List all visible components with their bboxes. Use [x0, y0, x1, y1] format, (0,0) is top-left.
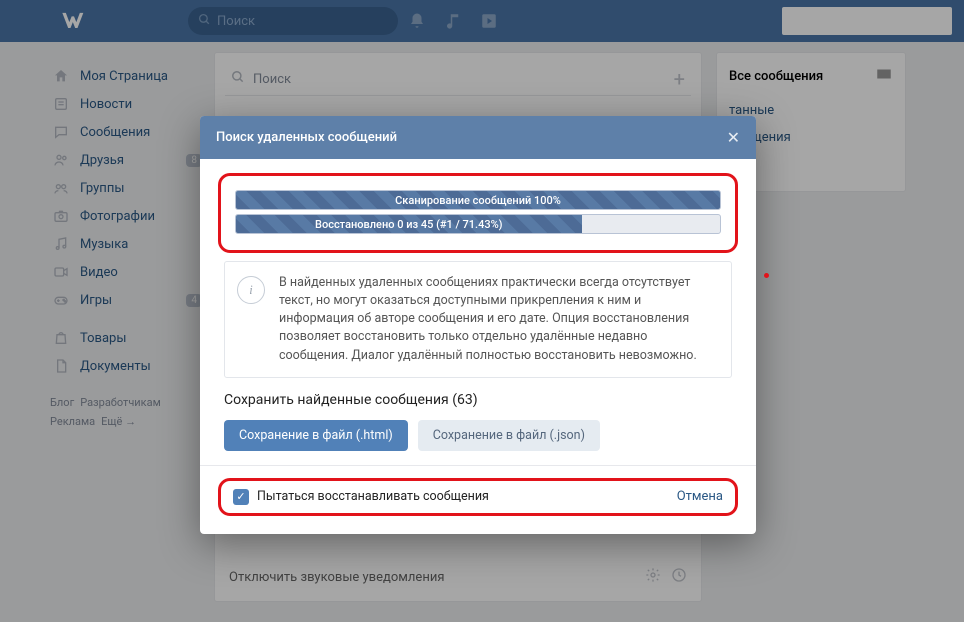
highlight-frame-footer: ✓ Пытаться восстанавливать сообщения Отм… [218, 478, 738, 516]
info-box: i В найденных удаленных сообщениях практ… [224, 261, 732, 378]
save-title: Сохранить найденные сообщения (63) [224, 392, 732, 408]
progress-restore: Восстановлено 0 из 45 (#1 / 71.43%) [235, 214, 721, 234]
restore-checkbox-row[interactable]: ✓ Пытаться восстанавливать сообщения [233, 489, 489, 505]
cancel-button[interactable]: Отмена [677, 489, 723, 504]
checkbox-checked-icon[interactable]: ✓ [233, 489, 249, 505]
save-json-button[interactable]: Сохранение в файл (.json) [418, 420, 600, 451]
modal-header: Поиск удаленных сообщений ✕ [200, 116, 756, 159]
modal-title: Поиск удаленных сообщений [216, 130, 397, 145]
red-dot-marker [764, 273, 769, 278]
highlight-frame-progress: Сканирование сообщений 100% Восстановлен… [218, 173, 738, 253]
progress-scan: Сканирование сообщений 100% [235, 190, 721, 210]
save-html-button[interactable]: Сохранение в файл (.html) [224, 420, 408, 451]
close-icon[interactable]: ✕ [727, 128, 740, 147]
info-icon: i [237, 276, 265, 304]
modal-dialog: Поиск удаленных сообщений ✕ Сканирование… [200, 116, 756, 534]
